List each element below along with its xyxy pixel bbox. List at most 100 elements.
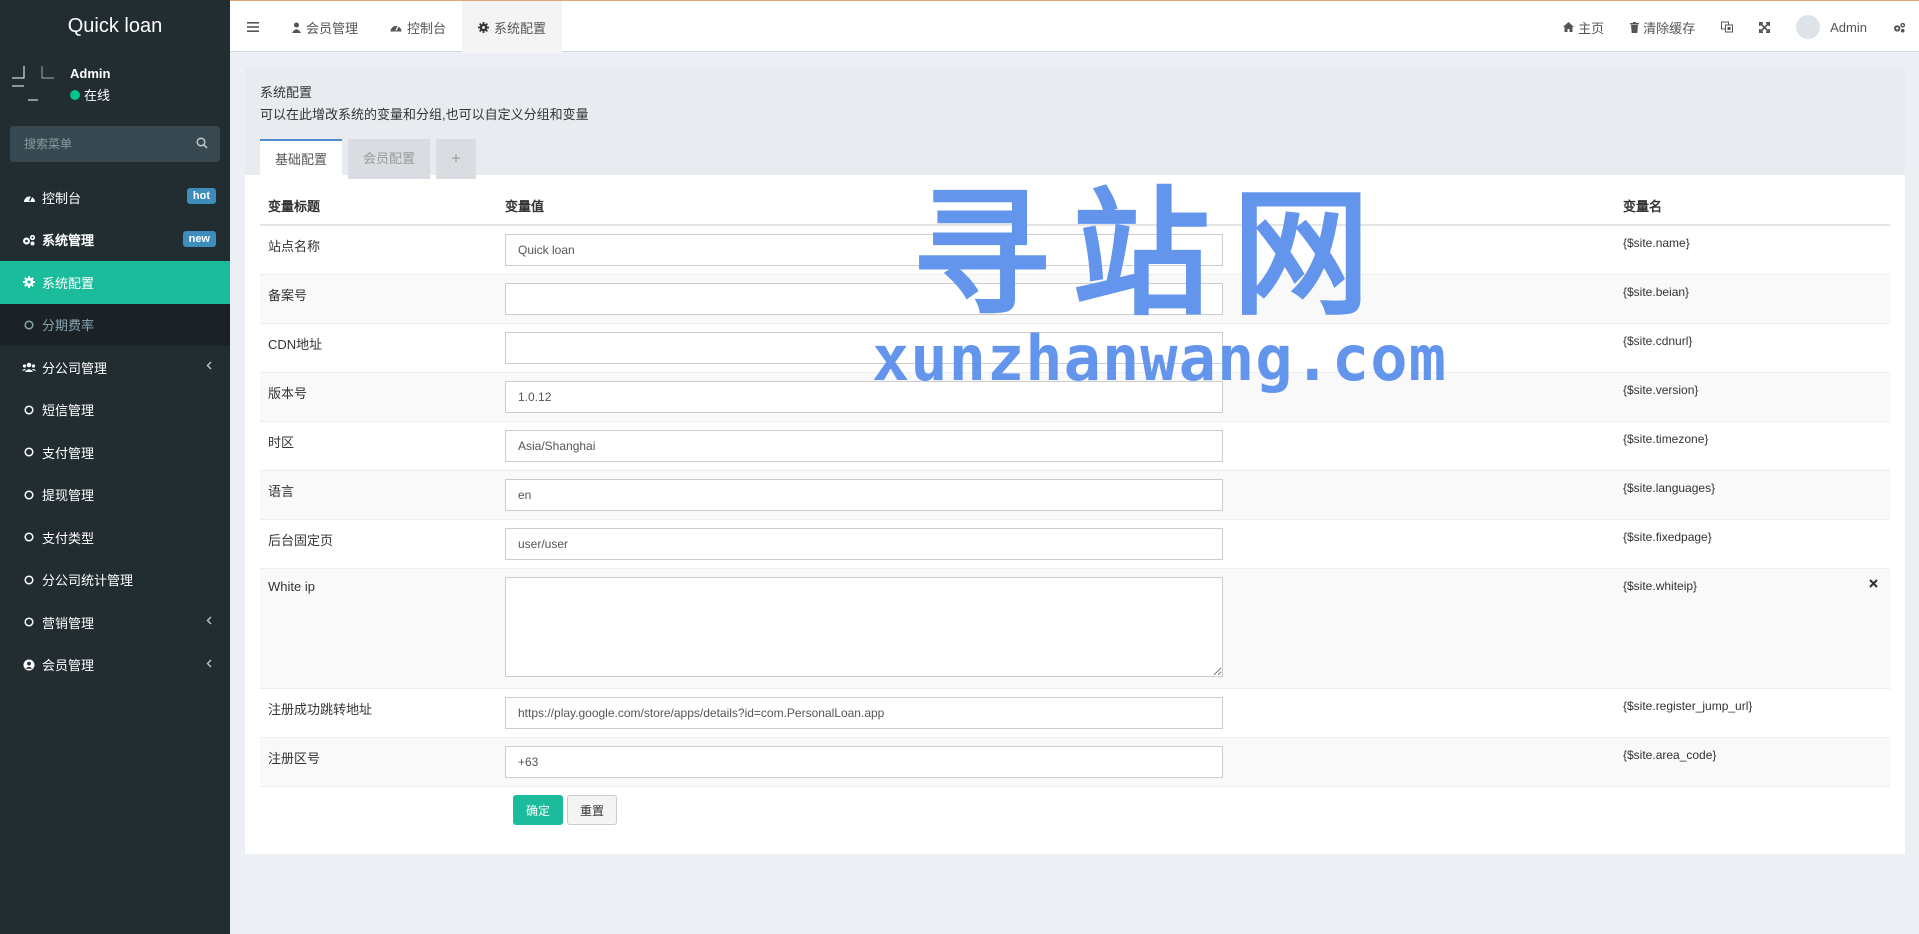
row-title: 语言 [268,484,295,499]
sidebar-item-branch-management[interactable]: 分公司管理 [0,346,230,389]
row-title: 注册区号 [268,751,321,766]
user-name: Admin [70,66,111,81]
clear-cache-label: 清除缓存 [1643,20,1696,36]
sidebar-item-label: 提现管理 [42,488,95,504]
settings-button[interactable] [1880,1,1919,53]
hamburger-icon [247,22,259,32]
timezone-input[interactable] [505,430,1223,462]
language-icon [1721,21,1734,33]
sidebar-item-payment-type[interactable]: 支付类型 [0,516,230,559]
app-title[interactable]: Quick loan [0,0,230,52]
cogs-icon [22,233,36,247]
clear-cache-button[interactable]: 清除缓存 [1617,1,1708,53]
table-header: 变量标题 变量值 变量名 [260,187,1890,226]
beian-input[interactable] [505,283,1223,315]
menu-toggle-button[interactable] [230,1,276,53]
fixed-page-input[interactable] [505,528,1223,560]
chevron-left-icon [206,361,212,370]
sidebar-item-member-management[interactable]: 会员管理 [0,644,230,687]
row-title: CDN地址 [268,337,323,352]
circle-icon [22,530,36,544]
tab-system-config[interactable]: 系统配置 [462,1,563,53]
sidebar-item-payment-management[interactable]: 支付管理 [0,431,230,474]
hot-badge: hot [186,188,216,204]
row-variable-name: {$site.register_jump_url} [1623,699,1753,713]
submit-button[interactable]: 确定 [513,795,564,825]
tab-dashboard[interactable]: 控制台 [374,1,462,53]
sidebar-item-marketing-management[interactable]: 营销管理 [0,601,230,644]
new-badge: new [182,230,216,247]
avatar [10,62,55,107]
chevron-left-icon [206,616,212,625]
circle-icon [22,318,36,332]
tab-basic-config[interactable]: 基础配置 [260,139,343,179]
sidebar-item-label: 会员管理 [42,658,95,674]
table-row: 注册成功跳转地址 {$site.register_jump_url} [260,689,1890,738]
trash-icon [1630,21,1640,33]
version-input[interactable] [505,381,1223,413]
row-title: White ip [268,579,315,594]
language-button[interactable] [1708,1,1746,53]
add-group-button[interactable]: + [436,139,477,179]
tab-member-management[interactable]: 会员管理 [276,1,374,53]
circle-icon [22,445,36,459]
sidebar-item-installment-rate[interactable]: 分期费率 [0,303,230,346]
sidebar-item-sms-management[interactable]: 短信管理 [0,389,230,432]
sidebar: Quick loan Admin 在线 控制台 hot 系 [0,0,230,934]
home-link[interactable]: 主页 [1550,1,1617,53]
sidebar-item-branch-statistics[interactable]: 分公司统计管理 [0,559,230,602]
sidebar-item-label: 支付管理 [42,445,95,461]
online-dot-icon [70,89,80,100]
table-row: 语言 {$site.languages} [260,471,1890,520]
row-variable-name: {$site.beian} [1623,285,1690,299]
form-actions: 确定 重置 [260,787,1890,825]
row-title: 时区 [268,435,295,450]
admin-label: Admin [1830,19,1867,35]
sidebar-item-withdrawal-management[interactable]: 提现管理 [0,474,230,517]
page-title: 系统配置 [260,85,313,100]
site-name-input[interactable] [505,234,1223,266]
table-row: 站点名称 {$site.name} [260,226,1890,275]
chevron-left-icon [206,659,212,668]
config-panel: 系统配置 可以在此增改系统的变量和分组,也可以自定义分组和变量 基础配置 会员配… [245,67,1905,854]
white-ip-textarea[interactable] [505,577,1223,677]
tab-member-config[interactable]: 会员配置 [348,139,431,179]
area-code-input[interactable] [505,746,1223,778]
languages-input[interactable] [505,479,1223,511]
circle-icon [22,403,36,417]
dashboard-icon [390,22,402,32]
reset-button[interactable]: 重置 [567,795,618,825]
sidebar-item-label: 分公司管理 [42,360,108,376]
search-input[interactable] [10,126,220,162]
search-icon[interactable] [196,137,208,149]
sidebar-item-system-config[interactable]: 系统配置 [0,261,230,304]
table-body: 站点名称 {$site.name} 备案号 {$site.beian} CDN地… [260,226,1890,787]
row-title: 备案号 [268,288,308,303]
cdn-url-input[interactable] [505,332,1223,364]
circle-icon [22,573,36,587]
row-variable-name: {$site.timezone} [1623,432,1709,446]
table-row: 备案号 {$site.beian} [260,275,1890,324]
panel-header: 系统配置 可以在此增改系统的变量和分组,也可以自定义分组和变量 基础配置 会员配… [245,67,1905,179]
fullscreen-button[interactable] [1746,1,1783,53]
row-variable-name: {$site.fixedpage} [1623,530,1712,544]
user-circle-icon [22,658,36,672]
home-icon [1563,22,1575,32]
sidebar-item-label: 短信管理 [42,403,95,419]
table-row: White ip {$site.whiteip} [260,569,1890,689]
row-variable-name: {$site.version} [1623,383,1699,397]
sidebar-item-system-management[interactable]: 系统管理 new [0,219,230,262]
row-title: 版本号 [268,386,308,401]
table-row: CDN地址 {$site.cdnurl} [260,324,1890,373]
tab-label: 系统配置 [494,20,547,36]
sidebar-item-dashboard[interactable]: 控制台 hot [0,176,230,219]
delete-icon[interactable] [1869,579,1878,588]
register-jump-url-input[interactable] [505,697,1223,729]
nav-actions: 主页 清除缓存 Admin [1550,1,1919,53]
user-menu[interactable]: Admin [1783,1,1880,53]
sidebar-item-label: 系统管理 [42,233,95,249]
menu-search [10,126,220,162]
tab-label: 会员管理 [306,20,359,36]
fullscreen-icon [1759,21,1771,33]
sidebar-item-label: 系统配置 [42,275,95,291]
